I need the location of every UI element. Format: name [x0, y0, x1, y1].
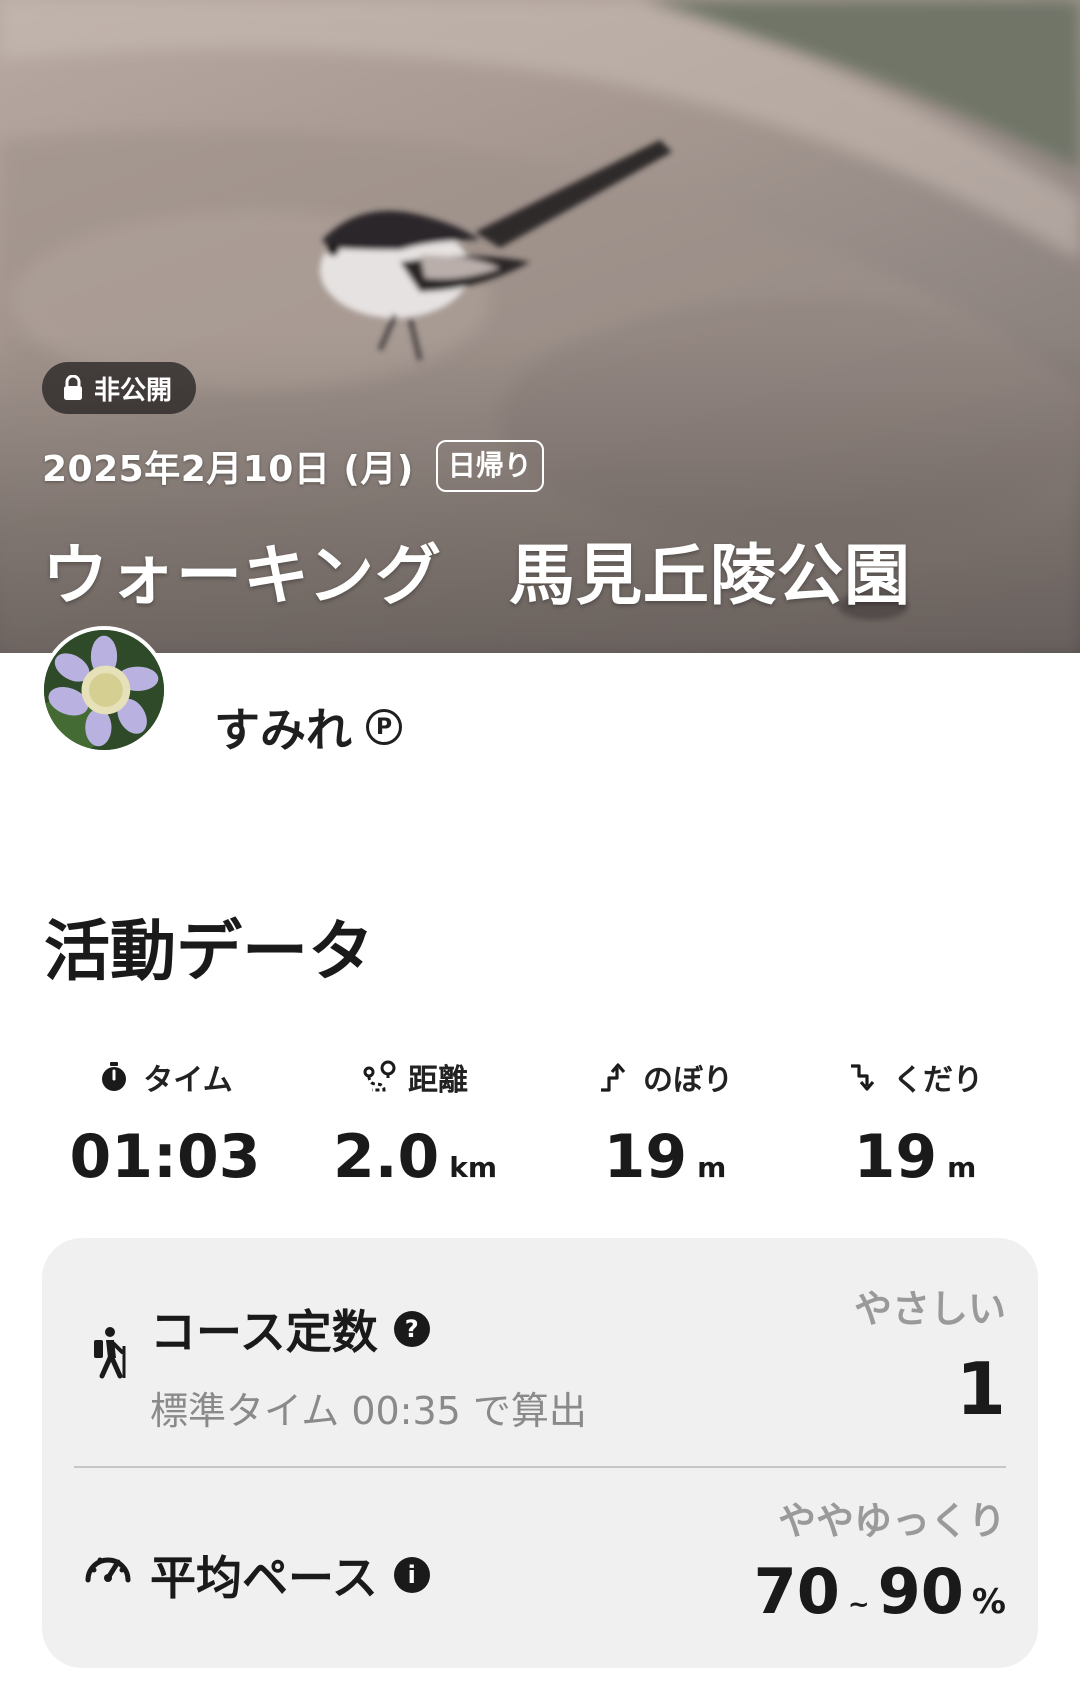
descent-icon — [851, 1064, 875, 1091]
average-pace-row[interactable]: 平均ペース i ややゆっくり 70 ~ 90 % — [42, 1468, 1038, 1668]
lock-icon — [64, 375, 82, 400]
metrics-card: コース定数 ? 標準タイム 00:35 で算出 やさしい 1 平均ペース i や… — [42, 1238, 1038, 1668]
course-constant-subtitle: 標準タイム 00:35 で算出 — [150, 1389, 587, 1433]
route-icon — [363, 1060, 396, 1092]
pace-min: 70 — [753, 1555, 840, 1628]
section-title: 活動データ — [44, 913, 374, 990]
privacy-label: 非公開 — [94, 375, 173, 406]
user-name-row[interactable]: すみれ P — [214, 694, 402, 760]
pace-tilde: ~ — [847, 1590, 870, 1620]
avatar[interactable] — [40, 626, 168, 754]
date-row: 2025年2月10日 (月) 日帰り — [42, 440, 544, 492]
pace-rating: ややゆっくり — [777, 1499, 1006, 1543]
course-constant-row[interactable]: コース定数 ? 標準タイム 00:35 で算出 やさしい 1 — [42, 1238, 1038, 1466]
stat-descent: くだり 19 m — [790, 1054, 1040, 1204]
stat-ascent: のぼり 19 m — [540, 1054, 790, 1204]
help-icon[interactable]: ? — [393, 1311, 430, 1347]
stat-distance-value: 2.0 — [332, 1122, 440, 1192]
stopwatch-icon — [102, 1062, 127, 1091]
premium-icon: P — [366, 709, 402, 745]
stat-descent-label: くだり — [893, 1063, 983, 1098]
pace-max: 90 — [877, 1555, 964, 1628]
stat-time: タイム 01:03 — [40, 1054, 290, 1204]
stat-ascent-label: のぼり — [643, 1063, 733, 1098]
stat-ascent-value: 19 — [603, 1122, 688, 1192]
average-pace-title: 平均ペース — [150, 1551, 378, 1605]
flower-avatar-image — [44, 630, 164, 750]
info-icon[interactable]: i — [393, 1557, 430, 1593]
hiker-icon — [94, 1327, 126, 1379]
stat-distance-unit: km — [449, 1151, 498, 1184]
stat-descent-unit: m — [947, 1151, 977, 1184]
speedometer-icon — [85, 1557, 131, 1583]
activity-stats: タイム 01:03 距離 2.0 km のぼり 19 m くだり 19 m — [40, 1054, 1040, 1204]
activity-date: 2025年2月10日 (月) — [42, 449, 414, 490]
course-constant-title: コース定数 — [150, 1305, 378, 1359]
course-difficulty: やさしい — [853, 1287, 1006, 1331]
stat-time-value: 01:03 — [69, 1122, 261, 1192]
ascent-icon — [601, 1063, 626, 1092]
trip-type-badge: 日帰り — [435, 440, 544, 492]
user-name: すみれ — [214, 703, 352, 757]
stat-time-label: タイム — [143, 1063, 233, 1098]
cover-photo[interactable]: 非公開 2025年2月10日 (月) 日帰り ウォーキング 馬見丘陵公園 — [0, 0, 1080, 653]
course-constant-value: 1 — [955, 1347, 1006, 1431]
activity-title: ウォーキング 馬見丘陵公園 — [42, 537, 912, 614]
stat-distance: 距離 2.0 km — [290, 1054, 540, 1204]
stat-distance-label: 距離 — [408, 1063, 468, 1098]
stat-ascent-unit: m — [697, 1151, 727, 1184]
pace-unit: % — [971, 1582, 1006, 1622]
privacy-badge: 非公開 — [42, 362, 197, 414]
stat-descent-value: 19 — [853, 1122, 938, 1192]
